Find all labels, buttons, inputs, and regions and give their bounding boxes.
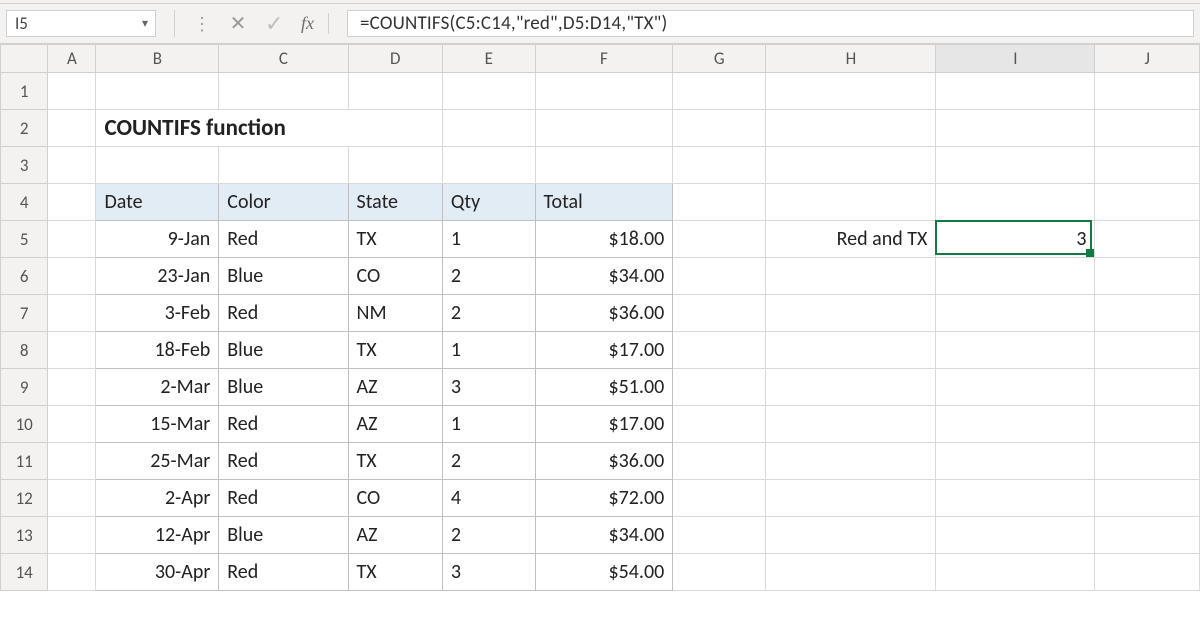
table-row[interactable]: $36.00 — [535, 295, 673, 332]
row-header-5[interactable]: 5 — [1, 221, 48, 258]
name-box[interactable]: I5 ▾ — [6, 10, 156, 37]
table-row[interactable]: Red — [219, 406, 348, 443]
hdr-color[interactable]: Color — [219, 184, 348, 221]
table-row[interactable]: 4 — [442, 480, 535, 517]
cell-summary-value[interactable]: 3 — [936, 221, 1095, 258]
formula-input[interactable]: =COUNTIFS(C5:C14,"red",D5:D14,"TX") — [347, 10, 1194, 37]
table-row[interactable]: 15-Mar — [96, 406, 219, 443]
table-row[interactable]: 18-Feb — [96, 332, 219, 369]
table-row[interactable]: $34.00 — [535, 517, 673, 554]
table-row[interactable]: 1 — [442, 332, 535, 369]
table-row[interactable]: Blue — [219, 369, 348, 406]
col-header-h[interactable]: H — [766, 45, 936, 73]
table-row[interactable]: Blue — [219, 517, 348, 554]
col-header-c[interactable]: C — [219, 45, 348, 73]
table-row[interactable]: 3-Feb — [96, 295, 219, 332]
table-row[interactable]: AZ — [348, 406, 442, 443]
row-header-6[interactable]: 6 — [1, 258, 48, 295]
select-all-corner[interactable] — [1, 45, 48, 73]
table-row[interactable]: 2-Mar — [96, 369, 219, 406]
table-row[interactable]: $54.00 — [535, 554, 673, 591]
table-row[interactable]: TX — [348, 221, 442, 258]
row-header-4[interactable]: 4 — [1, 184, 48, 221]
table-row[interactable]: $36.00 — [535, 443, 673, 480]
hdr-state[interactable]: State — [348, 184, 442, 221]
col-header-d[interactable]: D — [348, 45, 442, 73]
table-row[interactable]: 3 — [442, 554, 535, 591]
table-row[interactable]: 2-Apr — [96, 480, 219, 517]
table-row[interactable]: 2 — [442, 295, 535, 332]
enter-icon[interactable]: ✓ — [265, 10, 283, 37]
row-header-8[interactable]: 8 — [1, 332, 48, 369]
table-row[interactable]: AZ — [348, 517, 442, 554]
hdr-qty[interactable]: Qty — [442, 184, 535, 221]
table-row[interactable]: Blue — [219, 332, 348, 369]
row-header-3[interactable]: 3 — [1, 147, 48, 184]
table-row[interactable]: Red — [219, 554, 348, 591]
col-header-e[interactable]: E — [442, 45, 535, 73]
cancel-icon[interactable]: ✕ — [229, 11, 247, 36]
table-row[interactable]: CO — [348, 480, 442, 517]
row-header-12[interactable]: 12 — [1, 480, 48, 517]
table-row[interactable]: TX — [348, 443, 442, 480]
table-row[interactable]: Red — [219, 221, 348, 258]
table-row[interactable]: 12-Apr — [96, 517, 219, 554]
row-header-2[interactable]: 2 — [1, 110, 48, 147]
table-row[interactable]: NM — [348, 295, 442, 332]
table-row[interactable]: 3 — [442, 369, 535, 406]
table-row[interactable]: AZ — [348, 369, 442, 406]
table-row[interactable]: 2 — [442, 443, 535, 480]
table-row[interactable]: 1 — [442, 221, 535, 258]
col-header-i[interactable]: I — [936, 45, 1095, 73]
title-text: COUNTIFS function — [96, 110, 441, 146]
table-row[interactable]: 30-Apr — [96, 554, 219, 591]
cell-summary-label[interactable]: Red and TX — [766, 221, 936, 258]
table-row[interactable]: CO — [348, 258, 442, 295]
col-header-f[interactable]: F — [535, 45, 673, 73]
table-row[interactable]: $51.00 — [535, 369, 673, 406]
table-row[interactable]: 2 — [442, 517, 535, 554]
formula-text: =COUNTIFS(C5:C14,"red",D5:D14,"TX") — [360, 12, 667, 35]
table-row[interactable]: $34.00 — [535, 258, 673, 295]
row-header-9[interactable]: 9 — [1, 369, 48, 406]
table-row[interactable]: Blue — [219, 258, 348, 295]
col-header-g[interactable]: G — [673, 45, 766, 73]
col-header-a[interactable]: A — [48, 45, 96, 73]
table-row[interactable]: $72.00 — [535, 480, 673, 517]
table-row[interactable]: 2 — [442, 258, 535, 295]
row-header-14[interactable]: 14 — [1, 554, 48, 591]
hdr-total[interactable]: Total — [535, 184, 673, 221]
fx-icon[interactable]: fx — [301, 13, 329, 34]
table-row[interactable]: 9-Jan — [96, 221, 219, 258]
table-row[interactable]: Red — [219, 443, 348, 480]
table-row[interactable]: Red — [219, 295, 348, 332]
cell-title[interactable]: COUNTIFS function — [96, 110, 442, 147]
table-row[interactable]: $18.00 — [535, 221, 673, 258]
row-header-1[interactable]: 1 — [1, 73, 48, 110]
formula-bar: I5 ▾ ⋮ ✕ ✓ fx =COUNTIFS(C5:C14,"red",D5:… — [0, 4, 1200, 44]
table-row[interactable]: Red — [219, 480, 348, 517]
row-header-10[interactable]: 10 — [1, 406, 48, 443]
table-row[interactable]: 1 — [442, 406, 535, 443]
hdr-date[interactable]: Date — [96, 184, 219, 221]
table-row[interactable]: 25-Mar — [96, 443, 219, 480]
table-row[interactable]: 23-Jan — [96, 258, 219, 295]
table-row[interactable]: TX — [348, 332, 442, 369]
table-row[interactable]: $17.00 — [535, 332, 673, 369]
name-box-value: I5 — [7, 13, 135, 34]
row-header-7[interactable]: 7 — [1, 295, 48, 332]
col-header-b[interactable]: B — [96, 45, 219, 73]
table-row[interactable]: TX — [348, 554, 442, 591]
worksheet[interactable]: A B C D E F G H I J 1 2 COUNTIFS functio… — [0, 44, 1200, 630]
dots-icon: ⋮ — [193, 13, 211, 35]
table-row[interactable]: $17.00 — [535, 406, 673, 443]
row-header-11[interactable]: 11 — [1, 443, 48, 480]
row-header-13[interactable]: 13 — [1, 517, 48, 554]
name-box-dropdown-icon[interactable]: ▾ — [135, 16, 155, 31]
col-header-j[interactable]: J — [1095, 45, 1200, 73]
